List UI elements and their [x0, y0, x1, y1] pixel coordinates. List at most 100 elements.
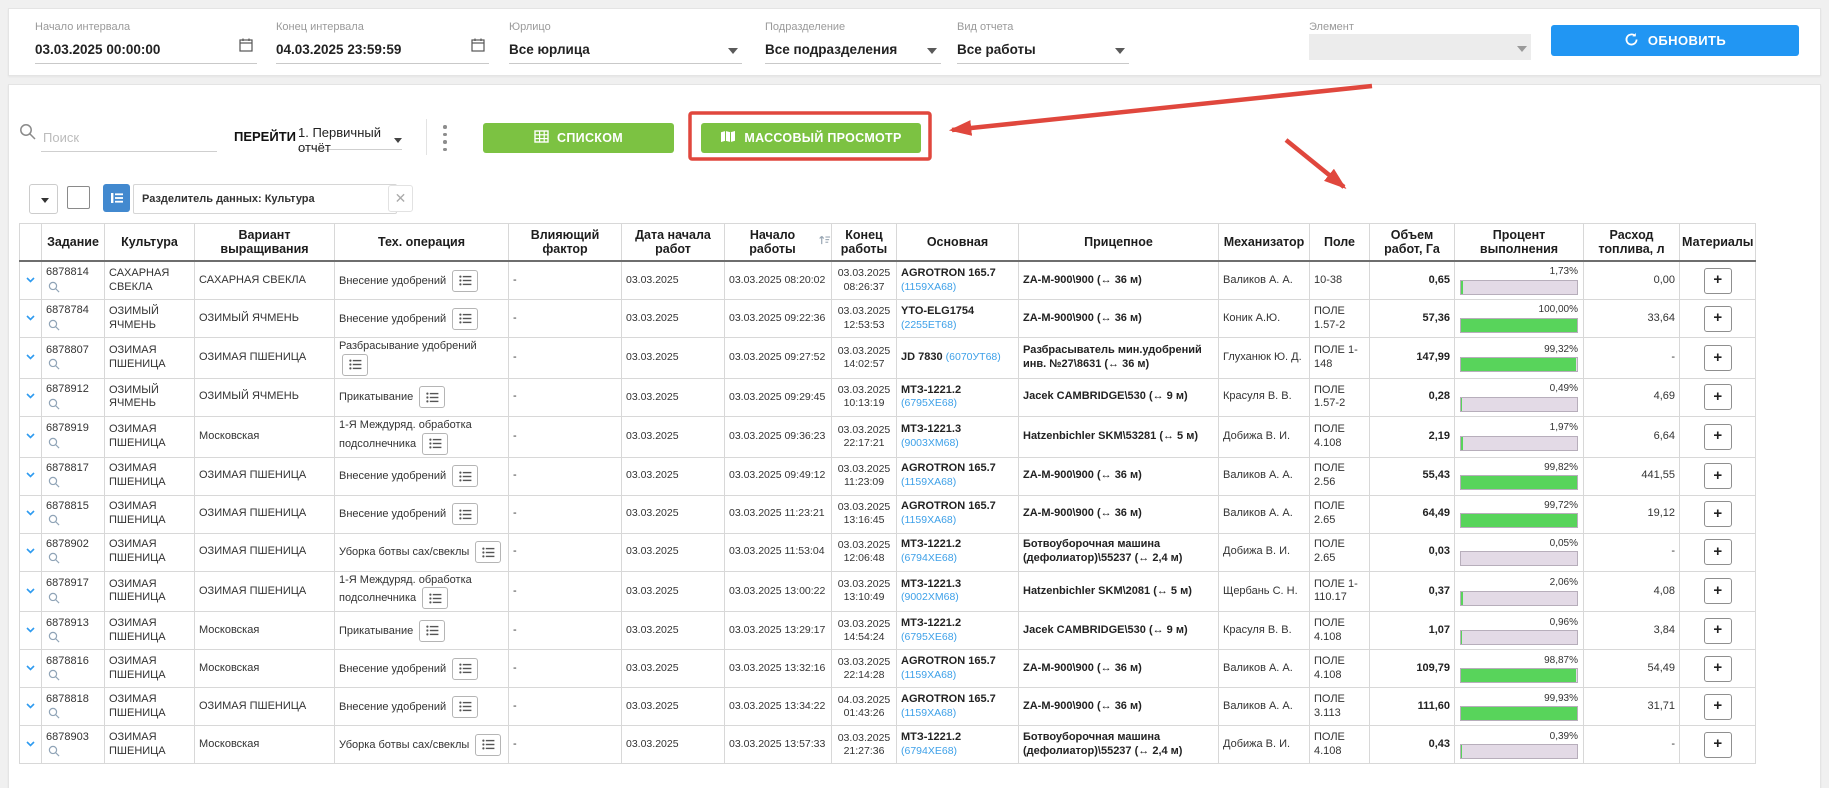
add-material-button[interactable]: + — [1704, 539, 1732, 565]
column-header-fuel[interactable]: Расход топлива, л — [1584, 224, 1680, 262]
column-header-field[interactable]: Поле — [1310, 224, 1370, 262]
expand-row-icon[interactable] — [26, 469, 35, 483]
column-header-factor[interactable]: Влияющий фактор — [509, 224, 622, 262]
magnifier-icon[interactable] — [46, 669, 60, 681]
add-material-button[interactable]: + — [1704, 384, 1732, 410]
calendar-icon[interactable] — [471, 38, 485, 57]
calendar-icon[interactable] — [239, 38, 253, 57]
close-icon[interactable]: ✕ — [388, 185, 413, 212]
expand-row-icon[interactable] — [26, 274, 35, 288]
machine-plate-link[interactable]: (1159ХА68) — [901, 476, 956, 488]
mass-view-button[interactable]: МАССОВЫЙ ПРОСМОТР — [701, 123, 921, 153]
machine-plate-link[interactable]: (6794ХЕ68) — [901, 745, 957, 757]
expand-row-icon[interactable] — [26, 351, 35, 365]
magnifier-icon[interactable] — [46, 437, 60, 449]
magnifier-icon[interactable] — [46, 398, 60, 410]
refresh-button[interactable]: ОБНОВИТЬ — [1551, 25, 1799, 56]
magnifier-icon[interactable] — [46, 592, 60, 604]
add-material-button[interactable]: + — [1704, 501, 1732, 527]
operation-details-button[interactable] — [342, 354, 368, 376]
machine-plate-link[interactable]: (6794ХЕ68) — [901, 552, 957, 564]
select-all-checkbox[interactable] — [67, 186, 90, 209]
start-interval-field[interactable]: Начало интервала 03.03.2025 00:00:00 — [35, 21, 257, 64]
data-splitter-icon[interactable] — [103, 184, 130, 212]
expand-row-icon[interactable] — [26, 624, 35, 638]
column-header-volume[interactable]: Объем работ, Га — [1370, 224, 1455, 262]
expand-row-icon[interactable] — [26, 390, 35, 404]
magnifier-icon[interactable] — [46, 707, 60, 719]
column-header-work_end[interactable]: Конец работы — [832, 224, 897, 262]
column-header-percent[interactable]: Процент выполнения — [1455, 224, 1584, 262]
division-select[interactable]: Подразделение Все подразделения — [765, 21, 941, 64]
list-view-button[interactable]: СПИСКОМ — [483, 123, 674, 153]
magnifier-icon[interactable] — [46, 319, 60, 331]
machine-plate-link[interactable]: (2255ЕТ68) — [901, 319, 956, 331]
column-header-culture[interactable]: Культура — [105, 224, 195, 262]
operation-details-button[interactable] — [452, 270, 478, 292]
column-header-materials[interactable]: Материалы — [1680, 224, 1756, 262]
operation-details-button[interactable] — [452, 658, 478, 680]
legal-entity-select[interactable]: Юрлицо Все юрлица — [509, 21, 742, 64]
magnifier-icon[interactable] — [46, 476, 60, 488]
column-header-variant[interactable]: Вариант выращивания — [195, 224, 335, 262]
operation-details-button[interactable] — [422, 433, 448, 455]
splitter-dropdown-button[interactable] — [29, 184, 58, 214]
machine-plate-link[interactable]: (9003ХМ68) — [901, 437, 959, 449]
expand-row-icon[interactable] — [26, 545, 35, 559]
add-material-button[interactable]: + — [1704, 618, 1732, 644]
operation-details-button[interactable] — [452, 308, 478, 330]
add-material-button[interactable]: + — [1704, 424, 1732, 450]
report-select[interactable]: 1. Первичный отчёт — [298, 125, 402, 150]
expand-row-icon[interactable] — [26, 430, 35, 444]
magnifier-icon[interactable] — [46, 358, 60, 370]
operation-details-button[interactable] — [419, 620, 445, 642]
add-material-button[interactable]: + — [1704, 578, 1732, 604]
search-input[interactable] — [41, 123, 217, 152]
kebab-menu-icon[interactable] — [437, 121, 453, 155]
add-material-button[interactable]: + — [1704, 268, 1732, 294]
column-header-operation[interactable]: Тех. операция — [335, 224, 509, 262]
add-material-button[interactable]: + — [1704, 694, 1732, 720]
expand-row-icon[interactable] — [26, 700, 35, 714]
machine-plate-link[interactable]: (1159ХА68) — [901, 514, 956, 526]
machine-plate-link[interactable]: (1159ХА68) — [901, 669, 956, 681]
operation-details-button[interactable] — [422, 587, 448, 609]
magnifier-icon[interactable] — [46, 631, 60, 643]
operation-details-button[interactable] — [475, 541, 501, 563]
add-material-button[interactable]: + — [1704, 732, 1732, 758]
magnifier-icon[interactable] — [46, 281, 60, 293]
expand-row-icon[interactable] — [26, 662, 35, 676]
machine-plate-link[interactable]: (6070УТ68) — [946, 351, 1001, 363]
operation-details-button[interactable] — [452, 465, 478, 487]
report-kind-select[interactable]: Вид отчета Все работы — [957, 21, 1129, 64]
add-material-button[interactable]: + — [1704, 306, 1732, 332]
magnifier-icon[interactable] — [46, 552, 60, 564]
operation-details-button[interactable] — [475, 734, 501, 756]
column-header-operator[interactable]: Механизатор — [1219, 224, 1310, 262]
operation-details-button[interactable] — [419, 386, 445, 408]
end-interval-field[interactable]: Конец интервала 04.03.2025 23:59:59 — [276, 21, 489, 64]
machine-plate-link[interactable]: (6795ХЕ68) — [901, 397, 957, 409]
expand-row-icon[interactable] — [26, 312, 35, 326]
add-material-button[interactable]: + — [1704, 656, 1732, 682]
magnifier-icon[interactable] — [46, 514, 60, 526]
column-header-id[interactable]: Задание — [42, 224, 105, 262]
add-material-button[interactable]: + — [1704, 463, 1732, 489]
column-header-expander[interactable] — [20, 224, 42, 262]
column-header-date_start[interactable]: Дата начала работ — [622, 224, 725, 262]
expand-row-icon[interactable] — [26, 585, 35, 599]
machine-plate-link[interactable]: (1159ХА68) — [901, 281, 956, 293]
column-header-trailer[interactable]: Прицепное — [1019, 224, 1219, 262]
machine-plate-link[interactable]: (9002ХМ68) — [901, 591, 959, 603]
data-splitter-chip[interactable]: Разделитель данных: Культура — [133, 184, 397, 214]
operation-details-button[interactable] — [452, 503, 478, 525]
expand-row-icon[interactable] — [26, 738, 35, 752]
magnifier-icon[interactable] — [46, 745, 60, 757]
add-material-button[interactable]: + — [1704, 345, 1732, 371]
column-header-work_start[interactable]: Начало работы — [725, 224, 832, 262]
column-header-machine[interactable]: Основная — [897, 224, 1019, 262]
operation-details-button[interactable] — [452, 696, 478, 718]
expand-row-icon[interactable] — [26, 507, 35, 521]
machine-plate-link[interactable]: (1159ХА68) — [901, 707, 956, 719]
machine-plate-link[interactable]: (6795ХЕ68) — [901, 631, 957, 643]
